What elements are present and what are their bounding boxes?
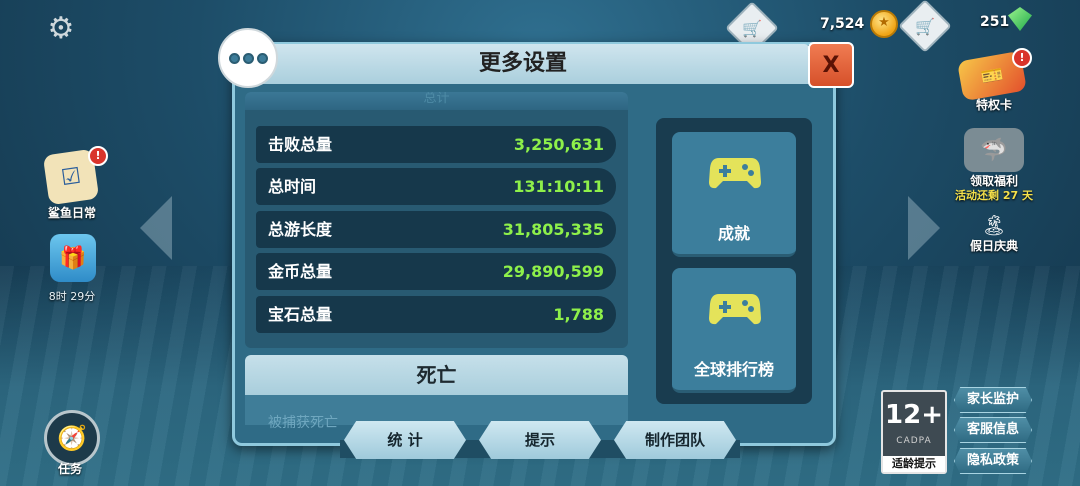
stat-value: 29,890,599 <box>502 262 604 281</box>
holiday-icon: 🏝 <box>981 213 1007 237</box>
death-subsection-label: 被捕获死亡 <box>268 415 338 431</box>
more-options-button[interactable] <box>218 28 278 88</box>
parental-control-button[interactable]: 家长监护 <box>954 387 1032 413</box>
customer-service-button[interactable]: 客服信息 <box>954 417 1032 443</box>
notification-badge: ! <box>88 146 108 166</box>
card-icon: 🎫 <box>979 63 1005 89</box>
stat-row: 总时间 131:10:11 <box>256 168 616 205</box>
dot-icon <box>242 52 254 64</box>
cart-icon: 🛒 <box>915 16 935 36</box>
gift-box-button[interactable]: 🎁 <box>50 234 96 282</box>
stat-label: 宝石总量 <box>268 305 333 324</box>
leaderboard-button[interactable]: 全球排行榜 <box>672 268 796 393</box>
stat-value: 3,250,631 <box>513 135 604 154</box>
faded-section-title: 总计 <box>423 92 450 106</box>
notification-badge: ! <box>1012 48 1032 68</box>
gift-icon: 🎁 <box>59 245 87 271</box>
coin-icon: ★ <box>870 10 898 38</box>
achievements-label: 成就 <box>717 224 750 243</box>
leaderboard-label: 全球排行榜 <box>693 360 774 379</box>
age-rating-label: 适龄提示 <box>883 456 945 472</box>
left-arrow-icon[interactable] <box>140 196 172 260</box>
gem-icon <box>1008 7 1032 31</box>
stat-label: 金币总量 <box>268 262 333 281</box>
stat-label: 击败总量 <box>268 135 333 154</box>
stat-value: 31,805,335 <box>502 220 604 239</box>
stat-row: 总游长度 31,805,335 <box>256 211 616 248</box>
tasks-button[interactable]: 🧭 <box>44 410 100 466</box>
checklist-icon: ☑ <box>59 163 83 191</box>
tasks-label: 任务 <box>57 462 82 476</box>
event-remaining-label: 活动还剩 27 天 <box>955 189 1033 202</box>
right-arrow-icon[interactable] <box>908 196 940 260</box>
stat-value: 131:10:11 <box>513 177 604 196</box>
age-rating-org: CADPA <box>896 436 932 446</box>
gamepad-icon <box>709 294 761 325</box>
shark-icon: 🦈 <box>980 137 1008 163</box>
gem-count: 251 <box>980 14 1010 30</box>
tab-tips[interactable]: 提示 <box>479 421 601 459</box>
age-rating-number: 12+ <box>885 400 943 430</box>
stat-label: 总时间 <box>268 177 317 196</box>
gamepad-icon <box>709 158 761 189</box>
compass-icon: 🧭 <box>57 424 87 452</box>
privilege-card-label: 特权卡 <box>975 98 1012 112</box>
tab-stats[interactable]: 统 计 <box>344 421 466 459</box>
stat-row: 金币总量 29,890,599 <box>256 253 616 290</box>
gift-timer: 8时 29分 <box>48 290 96 303</box>
privacy-policy-button[interactable]: 隐私政策 <box>954 448 1032 474</box>
dot-icon <box>228 52 240 64</box>
achievements-button[interactable]: 成就 <box>672 132 796 257</box>
tab-credits[interactable]: 制作团队 <box>614 421 736 459</box>
close-button[interactable]: X <box>808 42 854 88</box>
holiday-button[interactable]: 🏝 <box>972 210 1016 240</box>
coin-count: 7,524 <box>820 16 865 32</box>
death-section-header: 死亡 <box>245 355 628 395</box>
gem-shop-button[interactable]: 🛒 <box>898 0 952 53</box>
settings-gear-icon[interactable]: ⚙ <box>44 12 78 46</box>
welfare-button[interactable]: 🦈 <box>964 128 1024 172</box>
shark-daily-label: 鲨鱼日常 <box>47 206 96 220</box>
stat-row: 宝石总量 1,788 <box>256 296 616 333</box>
dot-icon <box>256 52 268 64</box>
stat-row: 击败总量 3,250,631 <box>256 126 616 163</box>
stat-value: 1,788 <box>553 305 604 324</box>
age-rating-badge[interactable]: 12+ CADPA 适龄提示 <box>881 390 947 474</box>
dialog-title: 更多设置 <box>478 51 567 76</box>
holiday-label: 假日庆典 <box>969 239 1018 253</box>
stat-label: 总游长度 <box>268 220 333 239</box>
cart-icon: 🛒 <box>742 18 762 38</box>
